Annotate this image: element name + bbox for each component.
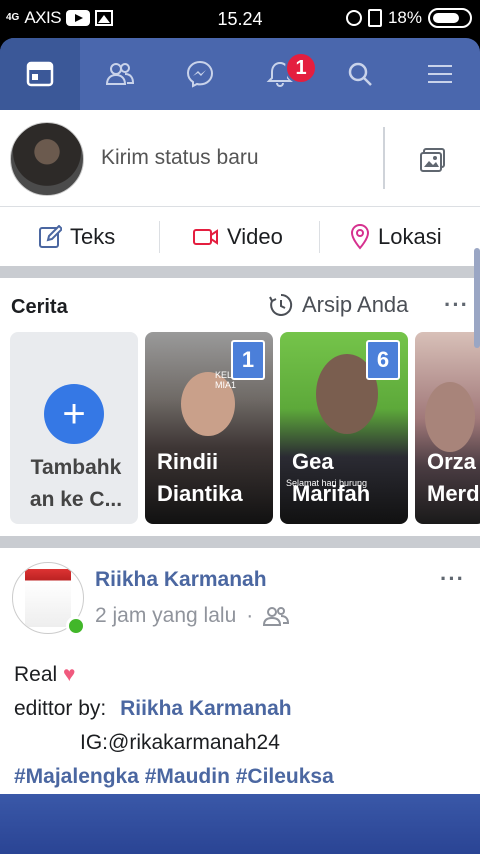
story-card[interactable]: Selamat hari burung 6 Gea Marifah xyxy=(280,332,408,524)
add-story-label-line2: an ke C... xyxy=(29,488,123,511)
avatar-image xyxy=(25,569,71,627)
hashtags[interactable]: #Majalengka #Maudin #Cileuksa xyxy=(14,760,334,794)
post-timestamp[interactable]: 2 jam yang lalu xyxy=(95,604,236,628)
archive-clock-icon xyxy=(269,293,293,316)
story-author: Orza Merd xyxy=(427,446,480,510)
nav-friends[interactable] xyxy=(80,38,160,110)
video-button-label: Video xyxy=(227,224,283,249)
video-camera-icon xyxy=(193,229,218,245)
post-line-3: IG:@rikakarmanah24 xyxy=(80,731,280,754)
location-pin-icon xyxy=(350,224,370,250)
video-button[interactable]: Video xyxy=(193,207,283,267)
story-card[interactable]: Orza Merd xyxy=(415,332,480,524)
scrollbar[interactable] xyxy=(474,248,480,348)
post-body: Real ♥ edittor by: Riikha Karmanah IG:@r… xyxy=(14,658,334,794)
story-author-first: Rindii xyxy=(157,449,219,474)
search-icon xyxy=(348,62,372,86)
status-bar: 4G AXIS 15.24 18% xyxy=(0,0,480,38)
edit-icon xyxy=(39,225,62,248)
story-count-badge: 1 xyxy=(231,340,265,380)
story-author-first: Gea xyxy=(292,449,334,474)
archive-link[interactable]: Arsip Anda xyxy=(268,292,408,318)
post-line-1-text: Real xyxy=(14,663,58,686)
story-author: Rindii Diantika xyxy=(157,446,243,510)
more-options-icon[interactable]: ··· xyxy=(440,566,465,592)
section-divider xyxy=(0,536,480,548)
post-author[interactable]: Riikha Karmanah xyxy=(95,568,267,592)
divider xyxy=(159,221,160,253)
location-button-label: Lokasi xyxy=(378,224,442,249)
messenger-icon xyxy=(186,60,214,88)
post-meta: 2 jam yang lalu · xyxy=(95,604,290,628)
nav-notifications[interactable]: 1 xyxy=(240,38,320,110)
vibrate-icon xyxy=(367,9,382,27)
nav-news-feed[interactable] xyxy=(0,38,80,110)
news-feed-icon xyxy=(26,61,54,87)
avatar[interactable] xyxy=(10,122,84,196)
add-story-label-line1: Tambahk xyxy=(30,456,122,479)
post-line-2-prefix: edittor by: xyxy=(14,697,107,720)
divider xyxy=(319,221,320,253)
more-options-icon[interactable]: ··· xyxy=(444,292,469,318)
bottom-bar xyxy=(0,794,480,854)
section-divider xyxy=(0,266,480,278)
divider xyxy=(383,127,385,189)
composer-actions: Teks Video Lokasi xyxy=(0,206,480,266)
online-indicator xyxy=(66,616,86,636)
story-author: Gea Marifah xyxy=(292,446,370,510)
composer-input[interactable]: Kirim status baru xyxy=(101,146,259,170)
meta-separator: · xyxy=(246,604,254,627)
location-button[interactable]: Lokasi xyxy=(350,207,442,267)
nav-menu[interactable] xyxy=(400,38,480,110)
text-button-label: Teks xyxy=(70,224,116,249)
stories-section: Cerita Arsip Anda ··· + Tambahk an ke C.… xyxy=(0,278,480,536)
heart-icon: ♥ xyxy=(63,663,76,686)
stories-title: Cerita xyxy=(11,296,68,318)
status-composer: Kirim status baru xyxy=(0,110,480,206)
mention-link[interactable]: Riikha Karmanah xyxy=(120,697,292,720)
nav-search[interactable] xyxy=(320,38,400,110)
battery-icon xyxy=(428,8,472,28)
archive-label: Arsip Anda xyxy=(302,292,409,317)
feed[interactable]: Kirim status baru Teks Video Lokasi Ceri… xyxy=(0,110,480,854)
photo-icon[interactable] xyxy=(420,148,446,172)
plus-icon: + xyxy=(44,384,104,444)
nav-messenger[interactable] xyxy=(160,38,240,110)
text-button[interactable]: Teks xyxy=(38,207,115,267)
battery-percent: 18% xyxy=(387,8,422,27)
top-nav: 1 xyxy=(0,38,480,110)
post-line-2: edittor by: Riikha Karmanah xyxy=(14,692,334,726)
friends-icon xyxy=(105,63,135,85)
hotspot-icon xyxy=(345,10,362,26)
story-author-last: Merd xyxy=(427,481,480,506)
story-author-last: Diantika xyxy=(157,481,243,506)
friends-audience-icon xyxy=(263,607,290,626)
story-card[interactable]: KELAS XI MIA1 1 Rindii Diantika xyxy=(145,332,273,524)
story-count-badge: 6 xyxy=(366,340,400,380)
post-line-1: Real ♥ xyxy=(14,658,334,692)
add-story-label: Tambahk an ke C... xyxy=(18,452,134,516)
add-story-card[interactable]: + Tambahk an ke C... xyxy=(10,332,138,524)
notification-badge: 1 xyxy=(285,52,317,84)
story-author-last: Marifah xyxy=(292,481,371,506)
story-thumbnail xyxy=(425,382,475,452)
menu-icon xyxy=(428,65,452,83)
status-right: 18% xyxy=(345,8,472,28)
story-author-first: Orza xyxy=(427,449,476,474)
